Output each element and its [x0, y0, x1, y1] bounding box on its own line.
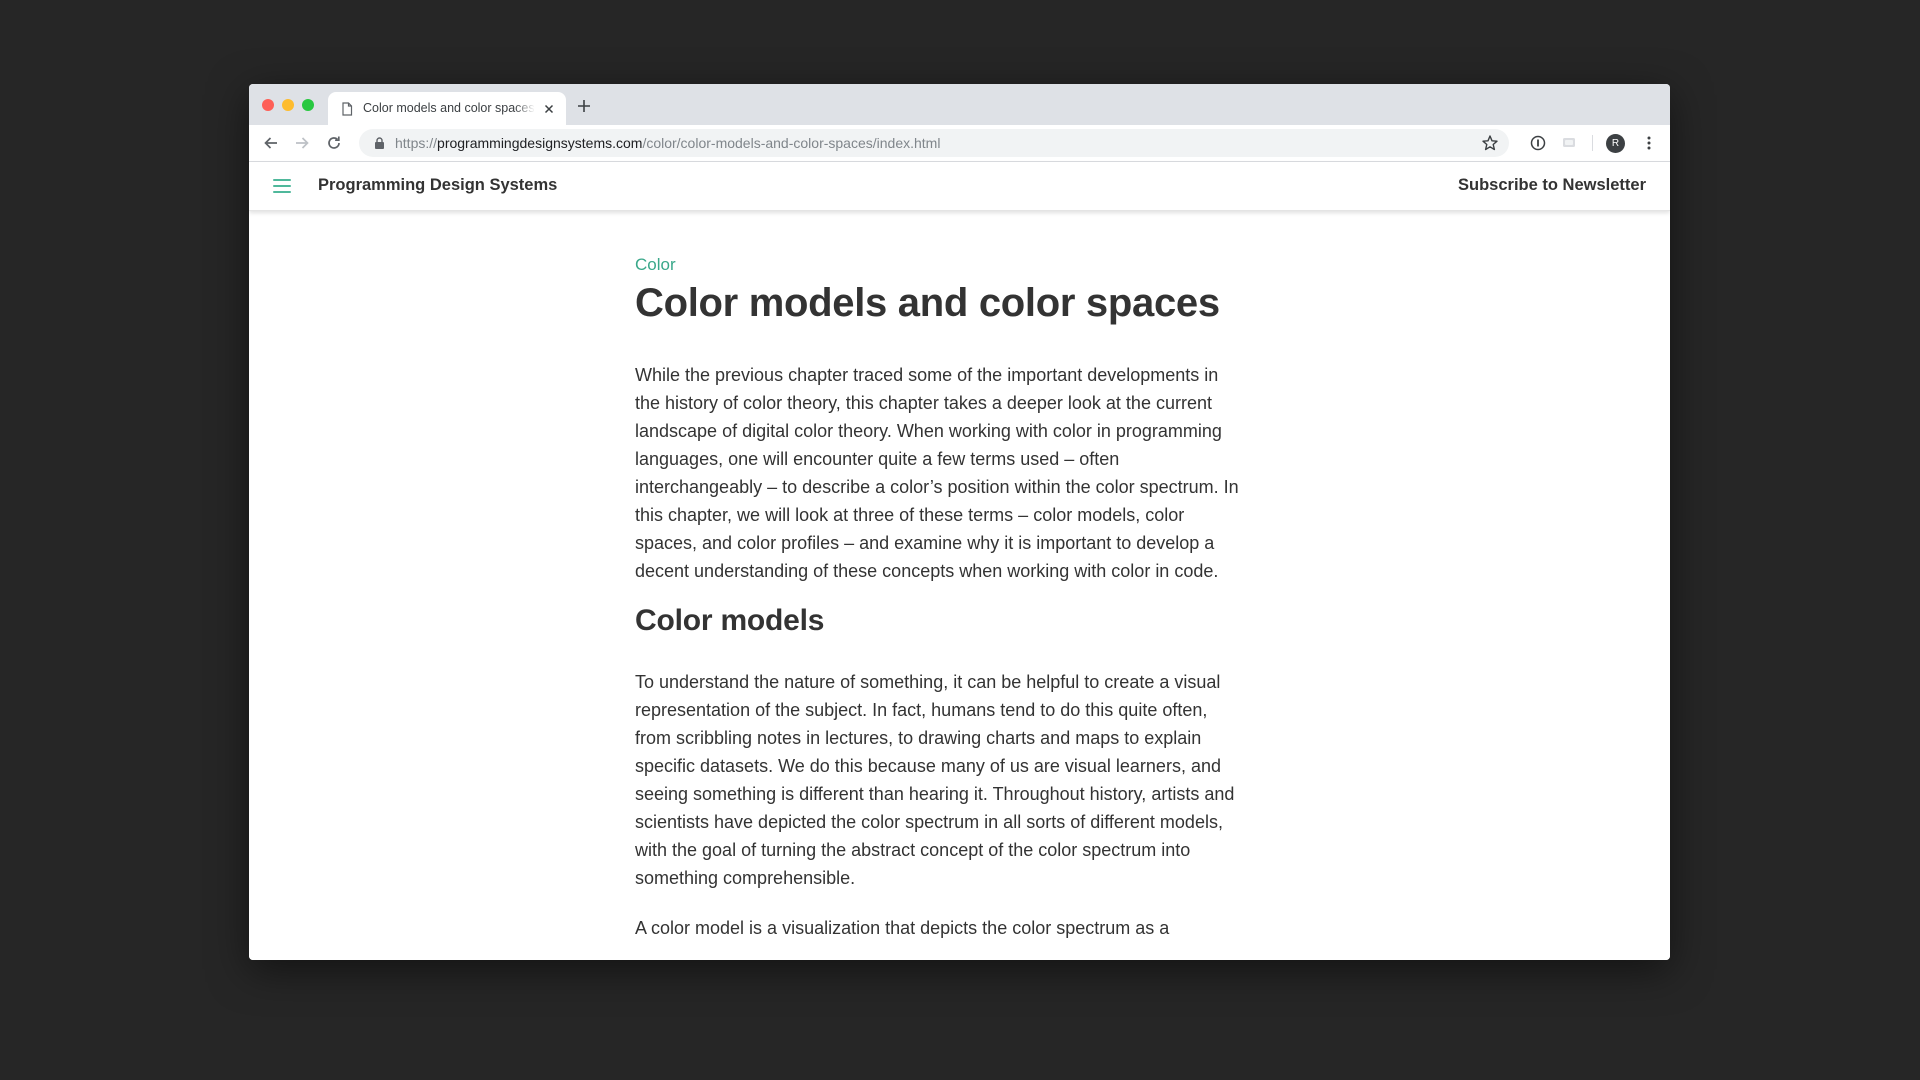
address-bar[interactable]: https://programmingdesignsystems.com/col… [359, 129, 1509, 157]
paragraph-line: specific datasets. We do this because ma… [635, 756, 1221, 776]
more-vert-icon[interactable] [1640, 134, 1658, 152]
page-content: Color Color models and color spaces Whil… [249, 211, 1670, 960]
paragraph-line: something comprehensible. [635, 868, 856, 888]
color-model-paragraph: A color model is a visualization that de… [635, 914, 1285, 942]
page-title: Color models and color spaces [635, 281, 1220, 325]
url-path: /color/color-models-and-color-spaces/ind… [642, 135, 941, 151]
paragraph-line: While the previous chapter traced some o… [635, 365, 1219, 385]
subscribe-button[interactable]: Subscribe to Newsletter [1458, 176, 1646, 195]
star-icon[interactable] [1481, 134, 1499, 152]
section-heading: Color models [635, 604, 825, 637]
tab-strip: Color models and color spaces [249, 84, 1670, 125]
paragraph-line: with the goal of turning the abstract co… [635, 840, 1191, 860]
lock-icon [375, 137, 384, 149]
section-paragraph: To understand the nature of something, i… [635, 668, 1285, 892]
url-text[interactable]: https://programmingdesignsystems.com/col… [395, 135, 940, 151]
paragraph-line: landscape of digital color theory. When … [635, 421, 1222, 441]
plus-icon[interactable] [576, 98, 592, 114]
paragraph-line: from scribbling notes in lectures, to dr… [635, 728, 1202, 748]
tab-active[interactable]: Color models and color spaces [328, 92, 566, 125]
paragraph-line: languages, one will encounter quite a fe… [635, 449, 1120, 469]
file-icon [342, 102, 353, 116]
browser-window: Color models and color spaces https://pr… [249, 84, 1670, 960]
paragraph-line: seeing something is different than heari… [635, 784, 1235, 804]
browser-toolbar: https://programmingdesignsystems.com/col… [249, 125, 1670, 162]
url-host: programmingdesignsystems.com [437, 135, 643, 151]
cast-icon[interactable] [1560, 134, 1578, 152]
paragraph-line: spaces, and color profiles – and examine… [635, 533, 1215, 553]
reload-icon[interactable] [325, 134, 343, 152]
close-icon[interactable] [542, 102, 556, 116]
back-arrow-icon[interactable] [262, 134, 280, 152]
paragraph-line: this chapter, we will look at three of t… [635, 505, 1185, 525]
toolbar-divider [1592, 135, 1593, 151]
paragraph-line: To understand the nature of something, i… [635, 672, 1221, 692]
paragraph-line: scientists have depicted the color spect… [635, 812, 1223, 832]
info-icon[interactable] [1529, 134, 1547, 152]
paragraph-line: interchangeably – to describe a color’s … [635, 477, 1239, 497]
minimize-window-button[interactable] [282, 99, 294, 111]
url-scheme: https:// [395, 135, 438, 151]
close-window-button[interactable] [262, 99, 274, 111]
paragraph-line: the history of color theory, this chapte… [635, 393, 1212, 413]
category-link[interactable]: Color [635, 255, 676, 275]
hamburger-menu-icon[interactable] [273, 179, 291, 193]
paragraph-line: decent understanding of these concepts w… [635, 561, 1219, 581]
paragraph-line: A color model is a visualization that de… [635, 918, 1170, 938]
avatar[interactable]: R [1606, 134, 1625, 153]
site-header: Programming Design Systems Subscribe to … [249, 162, 1670, 211]
tab-title: Color models and color spaces [363, 101, 535, 115]
site-title[interactable]: Programming Design Systems [318, 176, 557, 195]
forward-arrow-icon[interactable] [293, 134, 311, 152]
paragraph-line: representation of the subject. In fact, … [635, 700, 1208, 720]
intro-paragraph: While the previous chapter traced some o… [635, 361, 1285, 585]
maximize-window-button[interactable] [302, 99, 314, 111]
